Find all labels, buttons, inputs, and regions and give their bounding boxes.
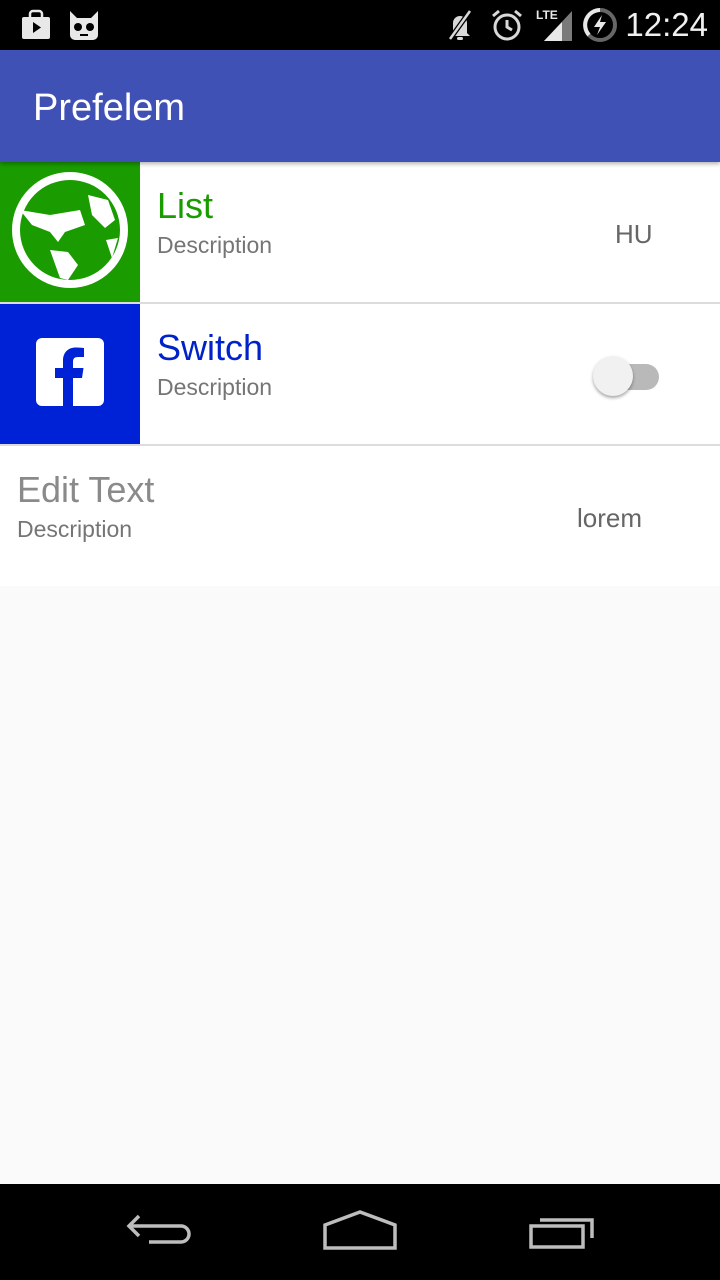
recents-icon xyxy=(526,1210,598,1255)
home-icon xyxy=(322,1209,398,1256)
edit-text-preference-value: lorem xyxy=(577,503,643,533)
switch-toggle[interactable] xyxy=(593,356,659,396)
app-bar: Prefelem xyxy=(0,50,720,162)
list-preference-icon-tile xyxy=(0,162,140,302)
home-button[interactable] xyxy=(310,1204,410,1260)
list-preference-description: Description xyxy=(157,232,273,258)
switch-preference-icon-tile xyxy=(0,304,140,444)
lte-label: LTE xyxy=(536,8,558,22)
globe-icon xyxy=(10,170,130,295)
app-title: Prefelem xyxy=(33,87,186,129)
status-bar: LTE 12:24 xyxy=(0,0,720,50)
list-preference-title: List xyxy=(157,185,214,226)
edit-text-preference-description: Description xyxy=(17,516,133,542)
status-clock: 12:24 xyxy=(625,6,708,43)
back-button[interactable] xyxy=(110,1204,210,1260)
list-preference[interactable]: List Description HU xyxy=(0,162,720,304)
cyanogenmod-mascot-icon xyxy=(66,7,102,43)
facebook-icon xyxy=(36,337,104,411)
play-store-bag-icon xyxy=(20,7,52,43)
edit-text-preference-title: Edit Text xyxy=(17,469,155,510)
list-preference-value: HU xyxy=(615,219,653,249)
alarm-icon xyxy=(490,7,524,43)
muted-icon xyxy=(444,7,476,43)
navigation-bar xyxy=(0,1184,720,1280)
back-icon xyxy=(125,1210,195,1255)
recents-button[interactable] xyxy=(512,1204,612,1260)
switch-preference-description: Description xyxy=(157,374,273,400)
switch-preference[interactable]: Switch Description xyxy=(0,304,720,446)
switch-preference-title: Switch xyxy=(157,327,264,368)
preference-list: List Description HU Switch Description E… xyxy=(0,162,720,586)
lte-signal-icon: LTE xyxy=(536,7,574,43)
battery-charging-icon xyxy=(582,7,618,43)
switch-thumb xyxy=(593,356,633,396)
edit-text-preference[interactable]: Edit Text Description lorem xyxy=(0,446,720,586)
